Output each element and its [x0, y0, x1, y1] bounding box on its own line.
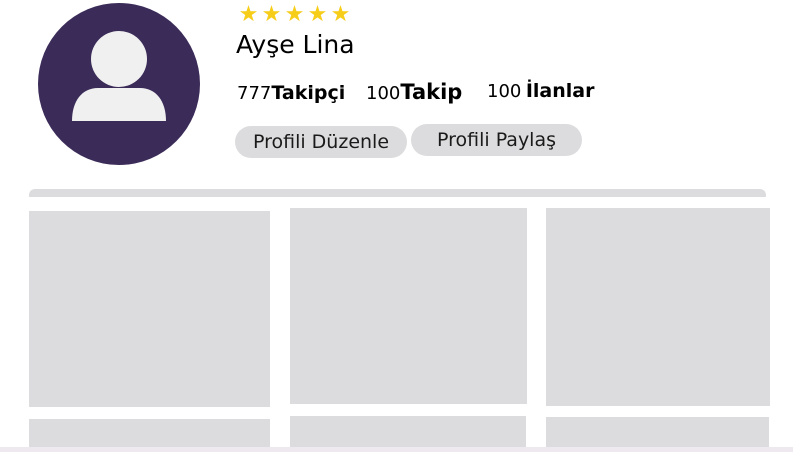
share-profile-button[interactable]: Profili Paylaş — [411, 124, 582, 156]
stat-listings[interactable]: 100 İlanlar — [487, 80, 594, 102]
stat-label: İlanlar — [525, 80, 595, 102]
star-icon: ★ — [261, 1, 282, 26]
stat-count: 100 — [366, 83, 401, 104]
listing-tile[interactable] — [29, 211, 270, 407]
stat-count: 100 — [487, 81, 522, 102]
stat-label: Takip — [400, 80, 463, 104]
stat-followers[interactable]: 777Takipçi — [237, 82, 345, 104]
profile-name: Ayşe Lina — [236, 30, 355, 59]
avatar[interactable] — [38, 3, 200, 165]
bottom-edge — [0, 447, 793, 452]
star-icon: ★ — [307, 1, 328, 26]
section-divider — [29, 189, 766, 197]
star-icon: ★ — [238, 1, 259, 26]
stat-count: 777 — [237, 83, 272, 104]
edit-profile-button[interactable]: Profili Düzenle — [235, 126, 407, 158]
stat-label: Takipçi — [271, 82, 346, 104]
rating-stars: ★ ★ ★ ★ ★ — [237, 3, 352, 25]
stat-following[interactable]: 100Takip — [366, 80, 462, 104]
listing-tile[interactable] — [290, 208, 527, 404]
user-silhouette-icon — [72, 31, 166, 121]
listing-tile[interactable] — [546, 208, 770, 406]
star-icon: ★ — [330, 1, 351, 26]
star-icon: ★ — [284, 1, 305, 26]
